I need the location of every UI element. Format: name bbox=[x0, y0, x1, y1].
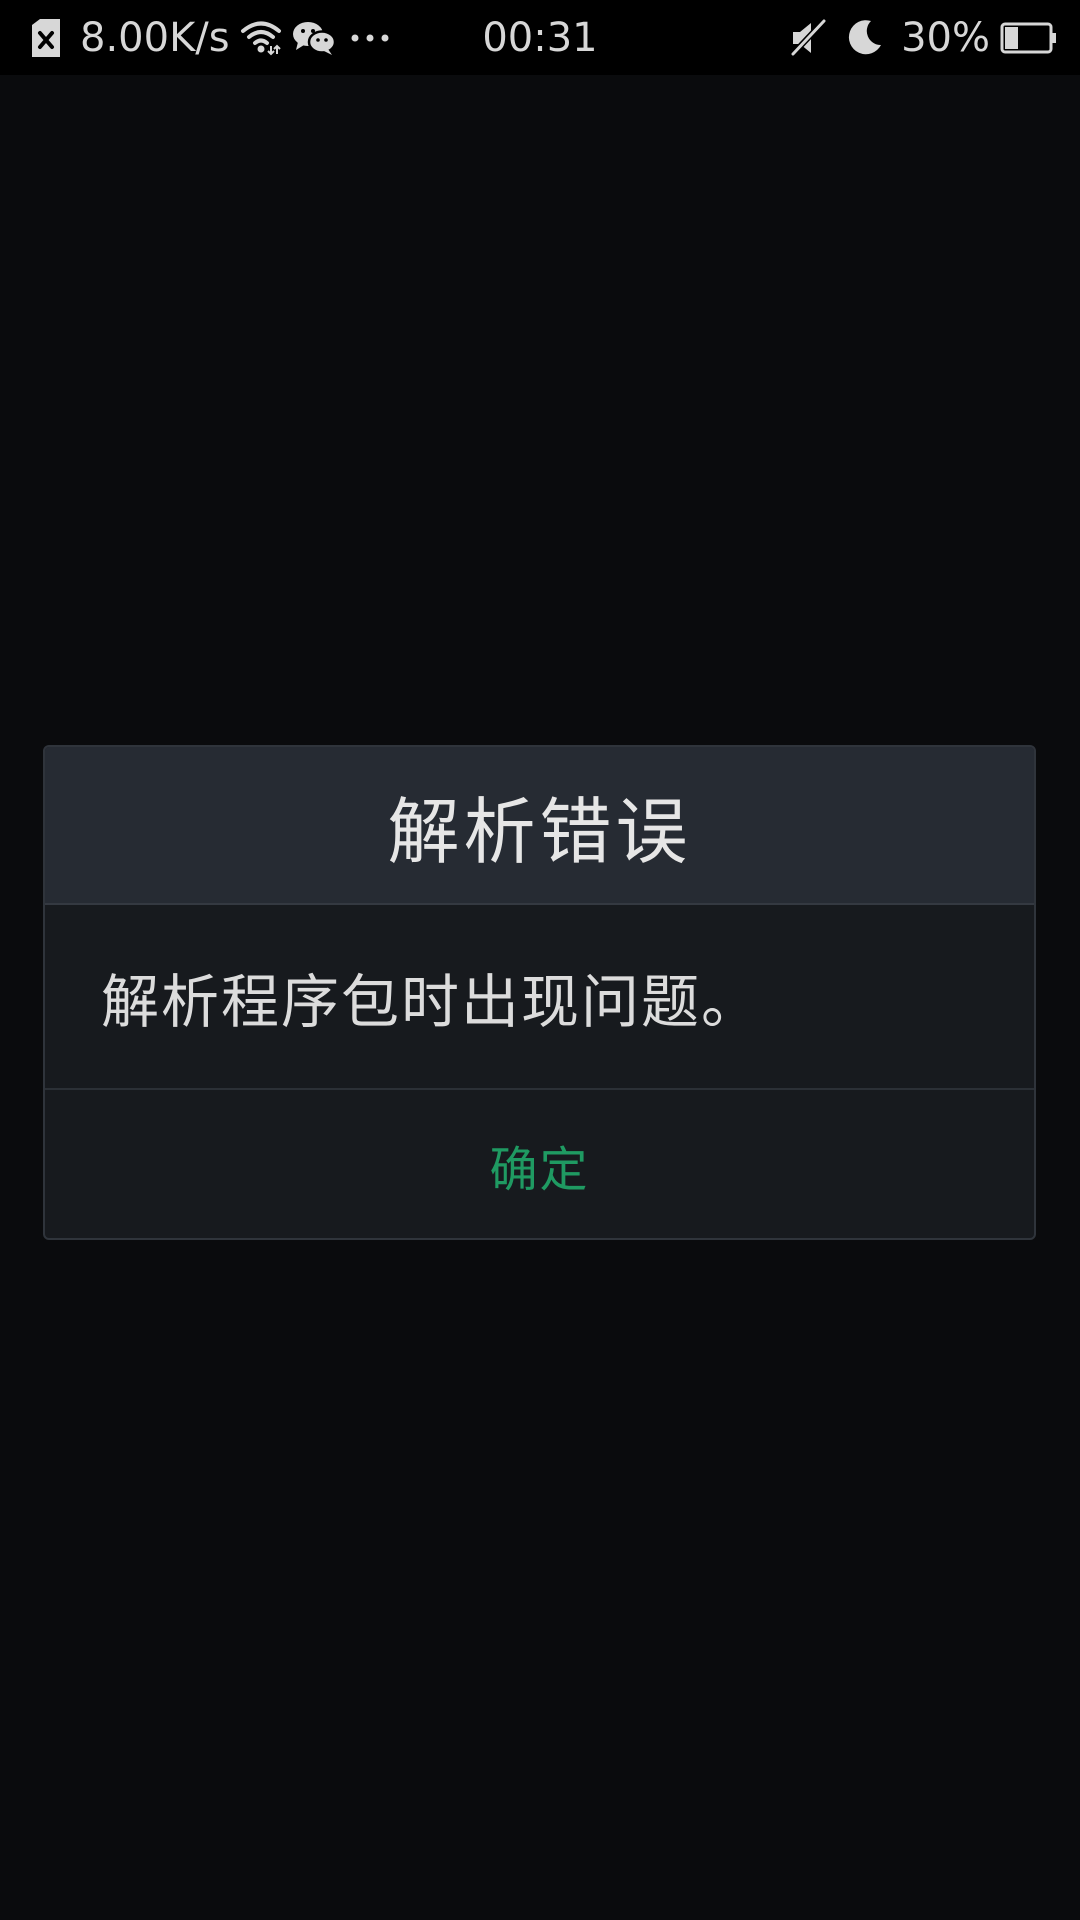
screen: 8.00K/s 00:31 30% 解析错误 解析程序包时出现问题。 确定 bbox=[0, 0, 1080, 1920]
moon-icon bbox=[845, 19, 883, 57]
status-bar: 8.00K/s 00:31 30% bbox=[0, 0, 1080, 75]
error-dialog: 解析错误 解析程序包时出现问题。 确定 bbox=[43, 745, 1036, 1240]
mute-icon bbox=[789, 18, 827, 58]
dialog-actions: 确定 bbox=[45, 1090, 1034, 1238]
ok-button[interactable]: 确定 bbox=[449, 1120, 629, 1210]
dialog-title: 解析错误 bbox=[387, 789, 692, 874]
dialog-message: 解析程序包时出现问题。 bbox=[101, 967, 762, 1036]
dialog-header: 解析错误 bbox=[45, 747, 1034, 905]
status-bar-right: 30% bbox=[789, 0, 1058, 75]
battery-percent: 30% bbox=[901, 14, 990, 61]
battery-level-fill bbox=[1005, 26, 1018, 49]
dialog-body: 解析程序包时出现问题。 bbox=[45, 905, 1034, 1090]
battery-icon bbox=[1000, 22, 1058, 54]
